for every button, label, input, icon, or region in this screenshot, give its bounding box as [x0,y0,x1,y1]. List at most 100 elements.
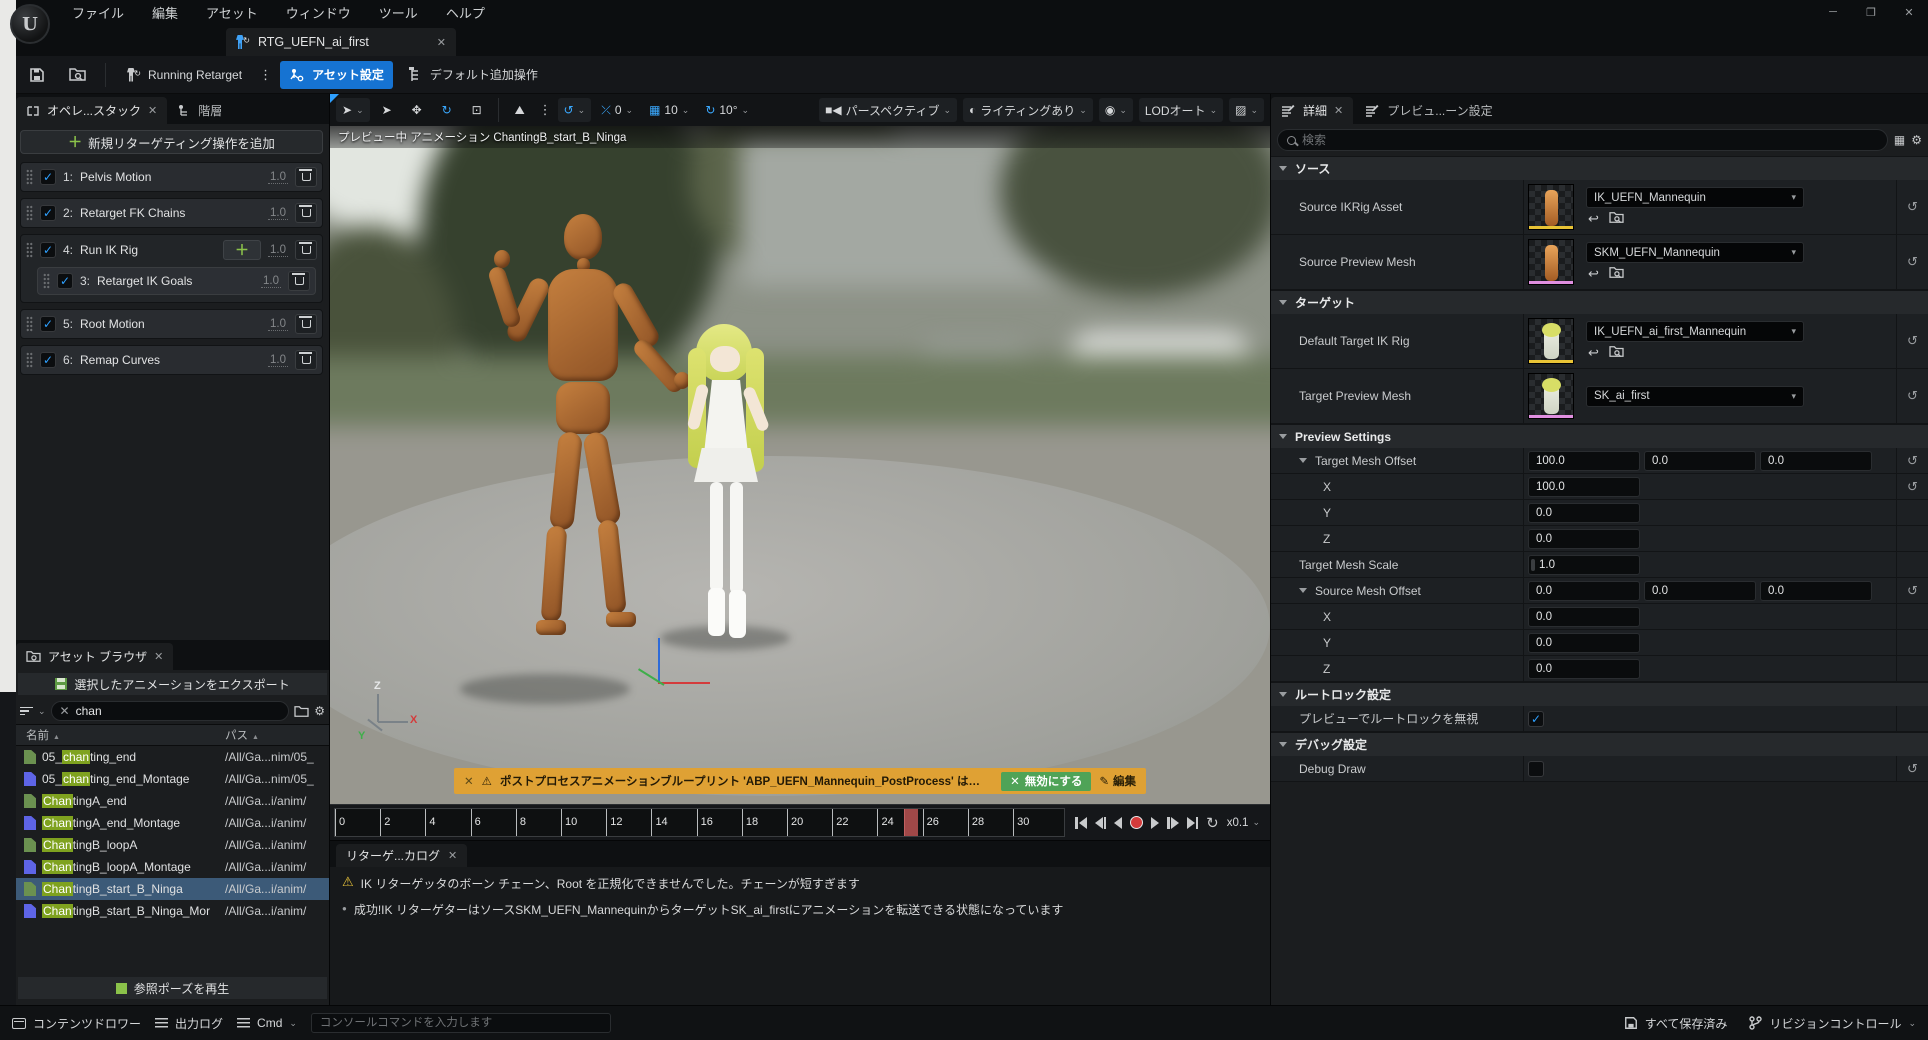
menu-edit[interactable]: 編集 [140,0,190,25]
offset-x-field[interactable]: 100.0 [1528,451,1640,471]
edit-blueprint-button[interactable]: ✎編集 [1099,773,1136,789]
op-row-retarget-ik-goals[interactable]: ✓ 3: Retarget IK Goals 1.0 [37,267,316,295]
section-target[interactable]: ターゲット [1271,290,1928,314]
op-checkbox[interactable]: ✓ [40,169,56,185]
op-weight[interactable]: 1.0 [268,244,288,257]
reset-to-default-icon[interactable]: ↺ [1896,578,1928,603]
op-checkbox[interactable]: ✓ [40,352,56,368]
delete-op-button[interactable] [295,167,317,187]
add-child-op-button[interactable]: ＋ [223,240,261,260]
transform-gizmo[interactable] [630,638,720,708]
tab-rtg-uefn-ai-first[interactable]: ↻ RTG_UEFN_ai_first ✕ [226,28,456,56]
perspective-dropdown[interactable]: ■◀パースペクティブ⌄ [819,98,957,122]
show-flags-dropdown[interactable]: ◉⌄ [1099,98,1133,122]
delete-op-button[interactable] [295,203,317,223]
minimize-button[interactable]: ─ [1814,0,1852,24]
y-field[interactable]: 0.0 [1528,503,1640,523]
op-row-root-motion[interactable]: ✓ 5: Root Motion 1.0 [20,309,323,339]
asset-row[interactable]: 05_chanting_end_Montage /All/Ga...nim/05… [16,768,329,790]
tab-hierarchy[interactable]: 階層 [167,97,232,124]
add-retarget-op-button[interactable]: ＋ 新規リターゲティング操作を追加 [20,130,323,154]
screenshot-dropdown[interactable]: ▨⌄ [1229,98,1264,122]
snap-options-kebab-icon[interactable]: ⋮ [537,102,554,118]
expand-icon[interactable] [1299,458,1307,463]
delete-op-button[interactable] [295,314,317,334]
playback-speed-dropdown[interactable]: x0.1⌄ [1227,817,1260,829]
go-to-start-button[interactable] [1075,817,1087,829]
lod-dropdown[interactable]: LODオート⌄ [1139,98,1223,122]
target-character-figure[interactable] [668,324,788,654]
save-button[interactable] [20,61,54,89]
section-debug[interactable]: デバッグ設定 [1271,732,1928,756]
display-filter-icon[interactable]: ▦ [1894,133,1905,147]
drag-grip-icon[interactable] [26,242,33,258]
source-mesh-thumbnail[interactable] [1528,239,1574,285]
menu-file[interactable]: ファイル [60,0,136,25]
reset-to-default-icon[interactable]: ↺ [1896,474,1928,499]
details-search-input[interactable] [1302,133,1878,147]
export-animations-button[interactable]: 選択したアニメーションをエクスポート [18,673,327,695]
asset-row-selected[interactable]: ChantingB_start_B_Ninga /All/Ga...i/anim… [16,878,329,900]
default-ops-button[interactable]: デフォルト追加操作 [399,61,547,89]
warning-close-icon[interactable]: ✕ [464,774,474,788]
world-local-toggle[interactable]: ↺⌄ [558,98,592,122]
location-snap-button[interactable]: ⤫0⌄ [595,98,639,122]
details-settings-gear-icon[interactable]: ⚙ [1911,133,1922,147]
clear-search-icon[interactable]: ✕ [60,704,70,718]
asset-browser-tab-close-icon[interactable]: ✕ [154,650,163,663]
reset-to-default-icon[interactable]: ↺ [1896,756,1928,781]
section-source[interactable]: ソース [1271,156,1928,180]
cmd-dropdown[interactable]: Cmd ⌄ [237,1016,297,1030]
op-weight[interactable]: 1.0 [268,354,288,367]
browse-asset-icon[interactable] [1609,266,1624,279]
tab-close-icon[interactable]: ✕ [437,36,446,49]
asset-row[interactable]: ChantingB_loopA_Montage /All/Ga...i/anim… [16,856,329,878]
delete-op-button[interactable] [295,240,317,260]
op-row-remap-curves[interactable]: ✓ 6: Remap Curves 1.0 [20,345,323,375]
select-tool-button[interactable]: ➤ [374,98,400,122]
offset-z-field[interactable]: 0.0 [1760,581,1872,601]
tab-retarget-log[interactable]: リターゲ...カログ ✕ [336,844,467,867]
use-selected-icon[interactable]: ↩ [1588,345,1599,361]
browse-asset-icon[interactable] [1609,211,1624,224]
target-mesh-thumbnail[interactable] [1528,373,1574,419]
timeline-playhead[interactable] [904,809,918,836]
save-status-button[interactable]: すべて保存済み [1624,1015,1728,1032]
op-weight[interactable]: 1.0 [268,171,288,184]
asset-row[interactable]: 05_chanting_end /All/Ga...nim/05_ [16,746,329,768]
transform-tool-dropdown[interactable]: ➤⌄ [336,98,370,122]
menu-tools[interactable]: ツール [367,0,430,25]
op-weight[interactable]: 1.0 [268,318,288,331]
z-field[interactable]: 0.0 [1528,659,1640,679]
op-row-pelvis-motion[interactable]: ✓ 1: Pelvis Motion 1.0 [20,162,323,192]
details-tab-close-icon[interactable]: ✕ [1334,104,1343,117]
grid-snap-button[interactable]: ▦10⌄ [643,98,695,122]
details-search-field[interactable] [1277,129,1888,151]
reset-to-default-icon[interactable]: ↺ [1896,448,1928,473]
op-row-run-ik-rig[interactable]: ✓ 4: Run IK Rig ＋ 1.0 [21,235,322,265]
lighting-mode-dropdown[interactable]: ◐ライティングあり⌄ [963,98,1093,122]
browse-to-asset-button[interactable] [60,61,95,89]
op-stack-tab-close-icon[interactable]: ✕ [148,104,157,117]
debug-draw-checkbox[interactable] [1528,761,1544,777]
y-field[interactable]: 0.0 [1528,633,1640,653]
open-folder-icon[interactable] [294,705,309,718]
op-row-retarget-fk-chains[interactable]: ✓ 2: Retarget FK Chains 1.0 [20,198,323,228]
target-ikrig-thumbnail[interactable] [1528,318,1574,364]
running-retarget-button[interactable]: ↻ Running Retarget [116,61,251,89]
close-button[interactable]: ✕ [1890,0,1928,24]
delete-op-button[interactable] [288,271,310,291]
op-checkbox[interactable]: ✓ [40,316,56,332]
asset-row[interactable]: ChantingB_loopA /All/Ga...i/anim/ [16,834,329,856]
x-field[interactable]: 0.0 [1528,607,1640,627]
offset-x-field[interactable]: 0.0 [1528,581,1640,601]
tab-preview-scene-settings[interactable]: プレビュ...ーン設定 [1355,97,1502,124]
play-reference-pose-button[interactable]: 参照ポーズを再生 [18,977,327,999]
asset-row[interactable]: ChantingA_end_Montage /All/Ga...i/anim/ [16,812,329,834]
viewport-3d-scene[interactable]: プレビュー中 アニメーション ChantingB_start_B_Ninga [330,126,1270,804]
offset-y-field[interactable]: 0.0 [1644,451,1756,471]
asset-settings-button[interactable]: アセット設定 [280,61,393,89]
offset-z-field[interactable]: 0.0 [1760,451,1872,471]
target-mesh-dropdown[interactable]: SK_ai_first▾ [1586,386,1804,407]
reset-to-default-icon[interactable]: ↺ [1896,369,1928,423]
